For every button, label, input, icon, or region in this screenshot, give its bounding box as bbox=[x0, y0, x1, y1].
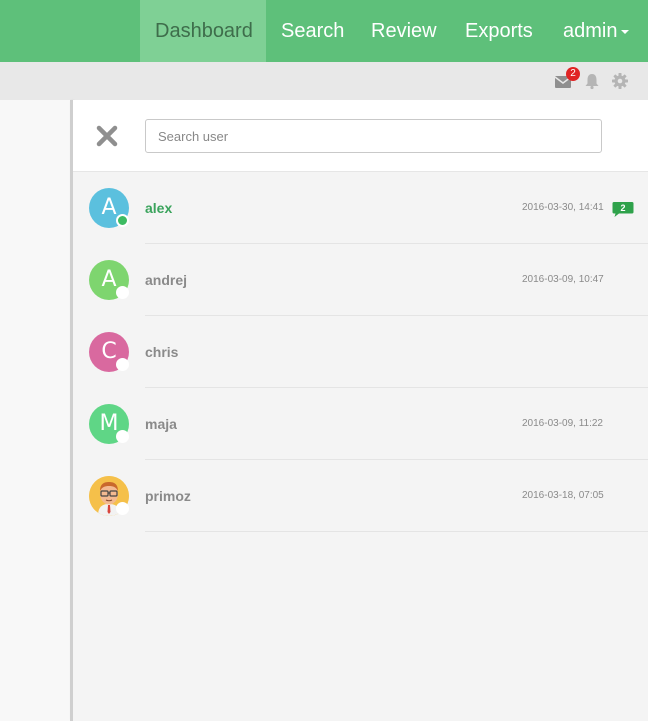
online-status-dot bbox=[116, 214, 129, 227]
user-list: A alex 2016-03-30, 14:41 2 A andrej 2016… bbox=[73, 172, 648, 532]
background-content bbox=[0, 100, 70, 721]
user-name: andrej bbox=[145, 272, 188, 288]
nav-search[interactable]: Search bbox=[266, 0, 359, 62]
user-row-primoz[interactable]: primoz 2016-03-18, 07:05 bbox=[73, 460, 648, 532]
user-name: chris bbox=[145, 344, 179, 360]
nav-exports[interactable]: Exports bbox=[450, 0, 548, 62]
search-user-input[interactable] bbox=[145, 119, 602, 153]
last-message-time: 2016-03-30, 14:41 bbox=[522, 202, 604, 213]
nav-review[interactable]: Review bbox=[356, 0, 452, 62]
sub-toolbar bbox=[0, 62, 648, 100]
user-panel: A alex 2016-03-30, 14:41 2 A andrej 2016… bbox=[73, 100, 648, 721]
close-icon[interactable] bbox=[95, 124, 119, 148]
mail-badge: 2 bbox=[566, 67, 580, 81]
gear-icon[interactable] bbox=[611, 72, 629, 90]
unread-count: 2 bbox=[620, 203, 625, 213]
user-name: alex bbox=[145, 200, 173, 216]
last-message-time: 2016-03-09, 10:47 bbox=[522, 274, 604, 285]
nav-dashboard[interactable]: Dashboard bbox=[140, 0, 266, 62]
last-message-time: 2016-03-09, 11:22 bbox=[522, 418, 603, 429]
user-row-chris[interactable]: C chris bbox=[73, 316, 648, 388]
chevron-down-icon bbox=[621, 29, 630, 34]
admin-label: admin bbox=[563, 20, 618, 42]
unread-message-badge: 2 bbox=[612, 202, 634, 217]
user-row-maja[interactable]: M maja 2016-03-09, 11:22 bbox=[73, 388, 648, 460]
user-row-andrej[interactable]: A andrej 2016-03-09, 10:47 bbox=[73, 244, 648, 316]
user-name: maja bbox=[145, 416, 177, 432]
bell-icon[interactable] bbox=[583, 72, 601, 90]
last-message-time: 2016-03-18, 07:05 bbox=[522, 490, 604, 501]
offline-status-dot bbox=[116, 286, 129, 299]
panel-header bbox=[73, 100, 648, 172]
user-name: primoz bbox=[145, 488, 191, 504]
row-divider bbox=[145, 531, 648, 532]
offline-status-dot bbox=[116, 502, 129, 515]
top-navbar: Dashboard Search Review Exports admin bbox=[0, 0, 648, 62]
user-row-alex[interactable]: A alex 2016-03-30, 14:41 2 bbox=[73, 172, 648, 244]
nav-admin-dropdown[interactable]: admin bbox=[548, 0, 644, 62]
offline-status-dot bbox=[116, 430, 129, 443]
offline-status-dot bbox=[116, 358, 129, 371]
